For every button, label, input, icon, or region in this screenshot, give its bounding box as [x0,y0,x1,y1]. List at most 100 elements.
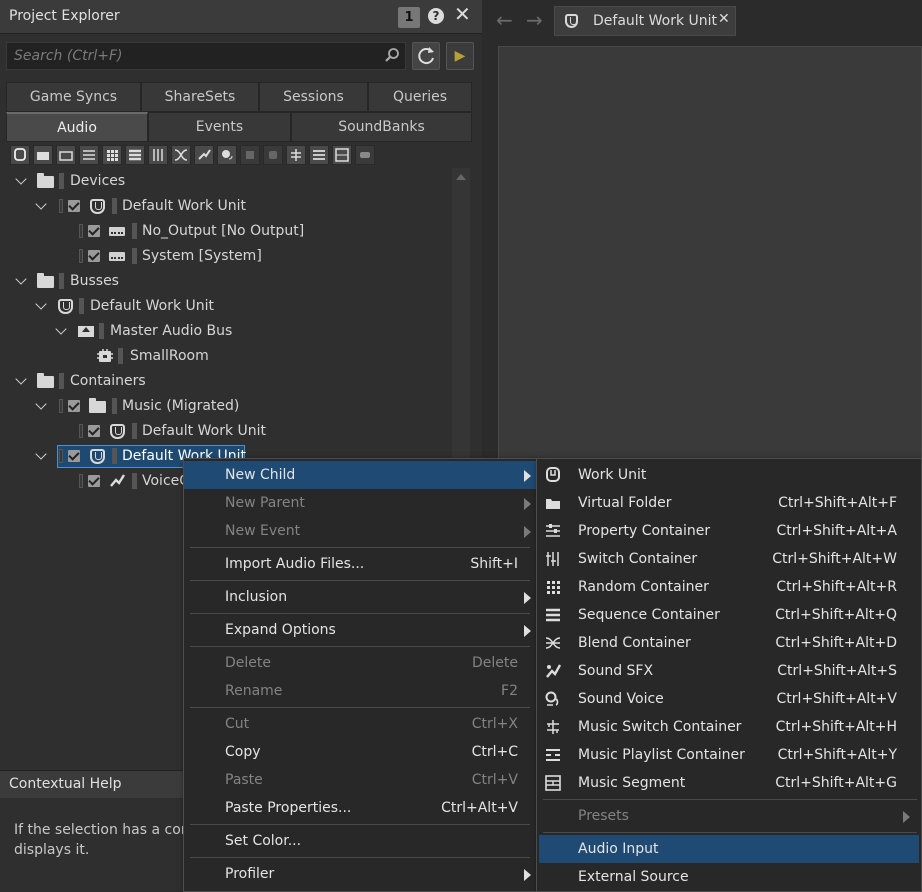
menu-item-music-segment[interactable]: Music Segment Ctrl+Shift+Alt+G [537,769,921,797]
tree-item-system[interactable]: System [System] [54,244,444,268]
tree-item-devices[interactable]: Devices [14,169,444,193]
include-checkbox[interactable] [88,225,100,237]
virtual-folder-icon[interactable] [56,145,76,165]
folder-icon[interactable] [33,145,53,165]
menu-item-work-unit[interactable]: Work Unit [537,461,921,489]
include-checkbox[interactable] [68,450,80,462]
drag-handle-icon[interactable] [59,199,63,213]
menu-item-presets[interactable]: Presets [537,802,921,830]
menu-item-music-playlist[interactable]: Music Playlist Container Ctrl+Shift+Alt+… [537,741,921,769]
menu-item-set-color[interactable]: Set Color... [184,827,536,855]
menu-item-expand-options[interactable]: Expand Options [184,616,536,644]
document-tab[interactable]: Default Work Unit [554,6,736,36]
blend-container-icon[interactable] [171,145,191,165]
tab-game-syncs[interactable]: Game Syncs [6,82,141,112]
sequence-container-icon[interactable] [125,145,145,165]
drag-handle-icon[interactable] [79,249,83,263]
tab-queries[interactable]: Queries [368,82,472,112]
menu-item-sound-voice[interactable]: Sound Voice Ctrl+Shift+Alt+V [537,685,921,713]
close-icon[interactable]: ✕ [454,2,471,26]
menu-item-virtual-folder[interactable]: Virtual Folder Ctrl+Shift+Alt+F [537,489,921,517]
tree-item-music-migrated[interactable]: Music (Migrated) [34,394,444,418]
search-input[interactable]: Search (Ctrl+F) [6,42,406,70]
tree-item-containers[interactable]: Containers [14,369,444,393]
drag-handle-icon[interactable] [79,474,83,488]
drag-handle-icon[interactable] [79,224,83,238]
include-checkbox[interactable] [68,200,80,212]
include-checkbox[interactable] [88,425,100,437]
menu-item-paste-properties[interactable]: Paste Properties... Ctrl+Alt+V [184,794,536,822]
chevron-down-icon[interactable] [14,269,28,293]
menu-item-label: External Source [578,869,689,885]
close-icon[interactable]: ✕ [718,11,730,27]
tree-item-busses[interactable]: Busses [14,269,444,293]
sound-sfx-icon[interactable] [194,145,214,165]
menu-item-external-source[interactable]: External Source [537,863,921,891]
audio-input-icon[interactable] [355,145,375,165]
menu-item-profiler[interactable]: Profiler [184,860,536,888]
menu-item-paste[interactable]: Paste Ctrl+V [184,766,536,794]
sound-voice-icon[interactable] [217,145,237,165]
tab-sessions[interactable]: Sessions [259,82,368,112]
chevron-down-icon[interactable] [34,194,48,218]
view-number-badge[interactable]: 1 [398,7,420,28]
music-playlist-icon[interactable] [309,145,329,165]
tree-item-voice[interactable]: VoiceC [54,469,189,493]
tree-item-no-output[interactable]: No_Output [No Output] [54,219,444,243]
menu-item-cut[interactable]: Cut Ctrl+X [184,710,536,738]
menu-item-audio-input[interactable]: Audio Input [539,835,919,863]
tree-item-busses-work-unit[interactable]: Default Work Unit [34,294,444,318]
forward-icon[interactable]: → [526,8,543,32]
menu-item-copy[interactable]: Copy Ctrl+C [184,738,536,766]
music-segment-icon[interactable] [332,145,352,165]
tree-item-music-work-unit[interactable]: Default Work Unit [54,419,444,443]
menu-item-delete[interactable]: Delete Delete [184,649,536,677]
tree-item-devices-work-unit[interactable]: Default Work Unit [34,194,444,218]
drag-handle-icon[interactable] [59,399,63,413]
include-checkbox[interactable] [68,400,80,412]
music-switch-icon[interactable] [286,145,306,165]
menu-item-new-event[interactable]: New Event [184,517,536,545]
menu-item-music-switch[interactable]: Music Switch Container Ctrl+Shift+Alt+H [537,713,921,741]
chevron-down-icon[interactable] [34,444,48,468]
chevron-down-icon[interactable] [14,169,28,193]
menu-item-new-child[interactable]: New Child [184,461,536,489]
tab-sharesets[interactable]: ShareSets [141,82,259,112]
chevron-down-icon[interactable] [34,294,48,318]
include-checkbox[interactable] [88,250,100,262]
menu-item-new-parent[interactable]: New Parent [184,489,536,517]
drag-handle-icon[interactable] [59,449,63,463]
tree-item-master-audio-bus[interactable]: Master Audio Bus [54,319,444,343]
tab-soundbanks[interactable]: SoundBanks [291,112,472,142]
tab-events[interactable]: Events [148,112,291,142]
work-unit-icon[interactable] [10,145,30,165]
scroll-up-icon[interactable] [452,168,470,186]
drag-handle-icon[interactable] [79,424,83,438]
chevron-down-icon[interactable] [34,394,48,418]
back-icon[interactable]: ← [496,8,513,32]
play-icon[interactable]: ▶ [446,42,474,70]
menu-item-rename[interactable]: Rename F2 [184,677,536,705]
menu-item-switch-container[interactable]: Switch Container Ctrl+Shift+Alt+W [537,545,921,573]
help-icon[interactable]: ? [428,8,444,24]
menu-item-label: Set Color... [225,833,302,849]
menu-item-random-container[interactable]: Random Container Ctrl+Shift+Alt+R [537,573,921,601]
chevron-down-icon[interactable] [14,369,28,393]
sync-button[interactable] [412,42,440,70]
tree-item-small-room[interactable]: SmallRoom [94,344,444,368]
menu-item-inclusion[interactable]: Inclusion [184,583,536,611]
menu-item-sound-sfx[interactable]: Sound SFX Ctrl+Shift+Alt+S [537,657,921,685]
random-container-icon[interactable] [102,145,122,165]
menu-item-sequence-container[interactable]: Sequence Container Ctrl+Shift+Alt+Q [537,601,921,629]
menu-item-property-container[interactable]: Property Container Ctrl+Shift+Alt+A [537,517,921,545]
work-unit-icon [58,299,73,314]
menu-item-blend-container[interactable]: Blend Container Ctrl+Shift+Alt+D [537,629,921,657]
tab-audio[interactable]: Audio [6,112,148,142]
search-icon[interactable] [384,47,400,63]
chevron-down-icon[interactable] [54,319,68,343]
switch-container-icon[interactable] [148,145,168,165]
include-checkbox[interactable] [88,475,100,487]
property-container-icon[interactable] [79,145,99,165]
submenu-arrow-icon [524,625,531,637]
menu-item-import-audio[interactable]: Import Audio Files... Shift+I [184,550,536,578]
